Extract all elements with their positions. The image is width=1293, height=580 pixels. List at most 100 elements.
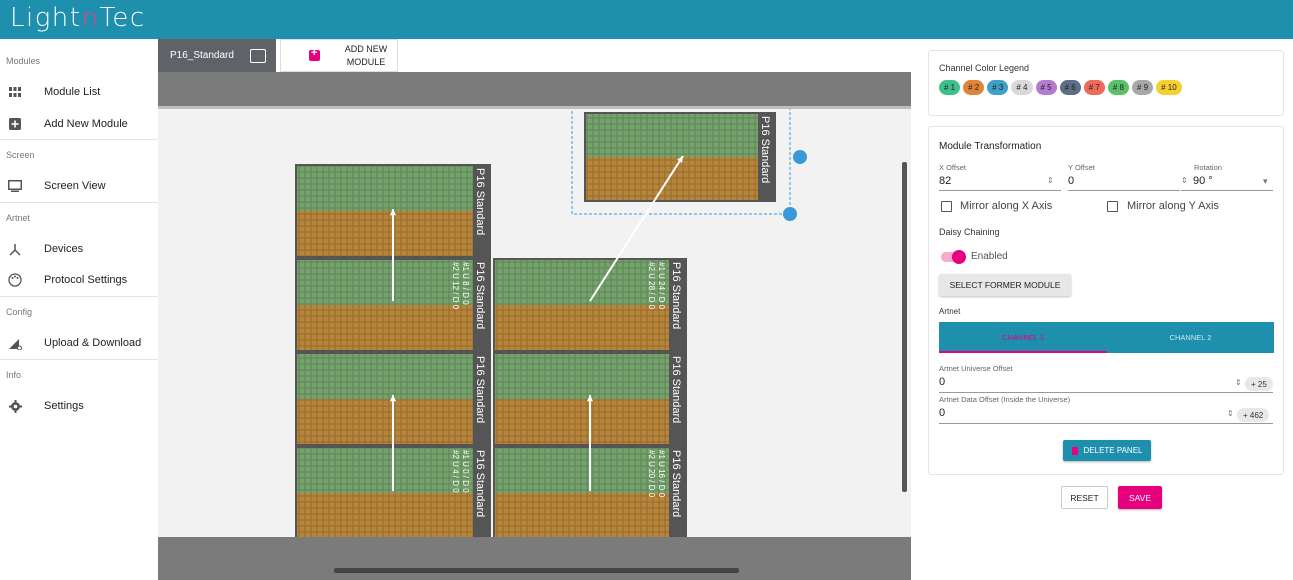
logo-text: Light — [10, 3, 82, 33]
sidebar-item-protocol-settings[interactable]: Protocol Settings — [0, 265, 158, 295]
panel-green-half — [297, 354, 473, 399]
panel-orange-half — [297, 399, 473, 444]
legend-title: Channel Color Legend — [939, 63, 1030, 73]
sidebar-item-upload-download[interactable]: Upload & Download — [0, 328, 158, 358]
save-button[interactable]: SAVE — [1118, 486, 1162, 509]
rotation-underline — [1181, 190, 1273, 191]
screen-canvas[interactable]: P16 Standard P16 Standard #1 U 8 / D 0 #2 U… — [158, 72, 911, 580]
mirror-x-checkbox[interactable] — [941, 201, 952, 212]
rotate-handle-icon[interactable] — [793, 150, 807, 164]
x-offset-label: X Offset — [939, 163, 966, 172]
panel-green-half — [297, 260, 473, 305]
x-offset-stepper[interactable]: ⇕ — [1047, 176, 1054, 185]
sidebar-item-add-new-module[interactable]: Add New Module — [0, 109, 158, 139]
legend-chip: # 3 — [987, 80, 1009, 95]
delete-panel-button[interactable]: DELETE PANEL — [1063, 440, 1151, 461]
panel-universe-info: #1 U 0 / D 0 — [461, 450, 470, 493]
legend-chip: # 9 — [1132, 80, 1154, 95]
resize-handle-icon[interactable] — [783, 207, 797, 221]
logo-text-end: Tec — [99, 3, 146, 33]
divider — [0, 296, 158, 297]
canvas-area[interactable]: P16 Standard P16 Standard #1 U 8 / D 0 #2 U… — [158, 109, 911, 537]
sidebar-item-module-list[interactable]: Module List — [0, 77, 158, 107]
panel-label: P16 Standard — [474, 356, 486, 423]
sidebar-item-screen-view[interactable]: Screen View — [0, 171, 158, 201]
y-offset-input[interactable]: 0 — [1068, 175, 1074, 187]
y-offset-stepper[interactable]: ⇕ — [1181, 176, 1188, 185]
legend-chip: # 6 — [1059, 80, 1081, 95]
panels-layer: P16 Standard P16 Standard #1 U 8 / D 0 #2 U… — [295, 109, 807, 537]
panel-green-half — [495, 448, 669, 493]
data-offset-stepper[interactable]: ⇕ — [1227, 409, 1234, 418]
panel-universe-info: #2 U 20 / D 0 — [647, 450, 656, 498]
panel-universe-info: #2 U 28 / D 0 — [647, 262, 656, 310]
mirror-y-checkbox[interactable] — [1107, 201, 1118, 212]
chevron-down-icon[interactable]: ▾ — [1263, 176, 1268, 187]
section-label-config: Config — [6, 307, 33, 317]
section-label-info: Info — [6, 370, 22, 380]
artnet-title: Artnet — [939, 307, 961, 316]
panel-green-half — [495, 260, 669, 305]
delete-panel-label: DELETE PANEL — [1083, 446, 1143, 455]
rotation-select[interactable]: 90 ° — [1193, 175, 1213, 187]
divider — [0, 359, 158, 360]
section-label-screen: Screen — [6, 150, 35, 160]
panel-green-half — [297, 448, 473, 493]
panel-label: P16 Standard — [474, 168, 486, 235]
panel-orange-half — [495, 493, 669, 537]
panel-universe-info: #1 U 8 / D 0 — [461, 262, 470, 305]
horizontal-scrollbar[interactable] — [334, 568, 739, 573]
grid-icon — [8, 85, 22, 99]
panel-orange-half — [297, 305, 473, 350]
data-offset-input[interactable]: 0 — [939, 407, 945, 419]
legend-chip: # 7 — [1083, 80, 1105, 95]
led-panel[interactable]: P16 Standard — [584, 112, 776, 202]
vertical-scrollbar[interactable] — [902, 162, 907, 492]
universe-offset-stepper[interactable]: ⇕ — [1235, 378, 1242, 387]
data-offset-underline — [939, 423, 1273, 424]
universe-offset-input[interactable]: 0 — [939, 376, 945, 388]
tab-p16-standard[interactable]: P16_Standard — [158, 39, 276, 72]
app-logo[interactable]: LightnTec — [10, 3, 146, 33]
legend-chip: # 4 — [1011, 80, 1033, 95]
legend-chip: # 8 — [1107, 80, 1129, 95]
add-box-icon — [8, 117, 22, 131]
add-screen-icon[interactable] — [249, 48, 266, 63]
tab-channel-1[interactable]: CHANNEL 1 — [939, 322, 1107, 353]
panel-label: P16 Standard — [670, 450, 682, 517]
legend-chip: # 2 — [963, 80, 985, 95]
data-offset-badge: + 462 — [1237, 408, 1270, 422]
section-label-artnet: Artnet — [6, 213, 31, 223]
legend-chip: # 5 — [1035, 80, 1057, 95]
sidebar-item-label: Add New Module — [44, 118, 128, 130]
panel-green-half — [297, 166, 473, 211]
sidebar-item-devices[interactable]: Devices — [0, 234, 158, 264]
reset-button[interactable]: RESET — [1061, 486, 1108, 509]
mirror-y-label: Mirror along Y Axis — [1127, 200, 1219, 212]
panel-green-half — [586, 114, 758, 157]
led-panel[interactable]: P16 Standard #1 U 24 / D 0#2 U 28 / D 0 — [493, 258, 687, 352]
sidebar-item-label: Settings — [44, 400, 84, 412]
legend-chip: # 1 — [939, 80, 961, 95]
panel-universe-info: #1 U 24 / D 0 — [657, 262, 666, 310]
divider — [0, 139, 158, 140]
x-offset-input[interactable]: 82 — [939, 175, 951, 187]
mirror-x-label: Mirror along X Axis — [960, 200, 1053, 212]
y-offset-underline — [1068, 190, 1180, 191]
panel-label: P16 Standard — [759, 116, 771, 183]
select-former-module-button[interactable]: SELECT FORMER MODULE — [939, 274, 1071, 296]
panel-orange-half — [297, 211, 473, 256]
sidebar-item-settings[interactable]: Settings — [0, 391, 158, 421]
module-tabs: P16_Standard ADD NEW MODULE — [158, 39, 911, 72]
panel-label: P16 Standard — [474, 262, 486, 329]
add-new-module-tab[interactable]: ADD NEW MODULE — [280, 39, 398, 72]
tab-label: P16_Standard — [170, 50, 234, 61]
tab-channel-2[interactable]: CHANNEL 2 — [1107, 322, 1274, 353]
add-icon — [309, 47, 320, 61]
rotation-label: Rotation — [1194, 163, 1222, 172]
daisy-chaining-title: Daisy Chaining — [939, 227, 1000, 237]
universe-offset-label: Artnet Universe Offset — [939, 364, 1013, 373]
daisy-toggle-knob[interactable] — [952, 250, 966, 264]
panel-label: P16 Standard — [670, 262, 682, 329]
panel-orange-half — [495, 305, 669, 350]
